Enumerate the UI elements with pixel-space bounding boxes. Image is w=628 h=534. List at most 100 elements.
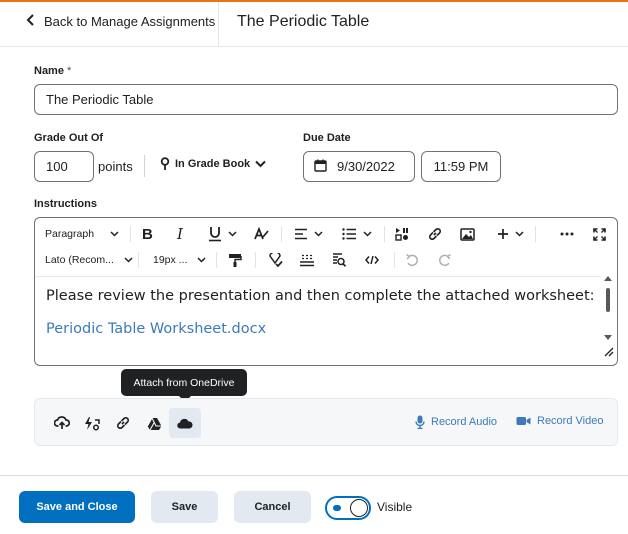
align-left-icon — [295, 228, 307, 240]
underline-button[interactable] — [208, 221, 237, 247]
toolbar-separator — [138, 252, 139, 268]
preview-icon — [333, 253, 346, 267]
word-count-button[interactable] — [299, 247, 315, 273]
record-audio-button[interactable]: Record Audio — [415, 415, 497, 429]
upload-file-button[interactable] — [51, 412, 73, 434]
chevron-left-icon — [26, 14, 35, 29]
toolbar-separator — [384, 226, 385, 242]
ellipsis-icon — [560, 232, 574, 236]
underline-icon — [209, 227, 221, 242]
back-to-assignments-link[interactable]: Back to Manage Assignments — [26, 14, 215, 29]
scroll-down-arrow-icon — [604, 335, 612, 340]
editor-content-area[interactable]: Please review the presentation and then … — [35, 276, 601, 364]
accessibility-check-icon — [269, 252, 283, 267]
toolbar-separator — [535, 226, 536, 242]
more-actions-button[interactable] — [560, 221, 574, 247]
name-label-text: Name — [34, 65, 64, 77]
font-family-label: Lato (Recom... — [45, 254, 114, 266]
cancel-button[interactable]: Cancel — [234, 491, 311, 523]
due-date-label: Due Date — [303, 132, 351, 144]
resize-grip[interactable] — [604, 344, 614, 362]
fullscreen-button[interactable] — [593, 221, 606, 247]
attach-google-drive-button[interactable] — [143, 412, 165, 434]
resize-handle-icon — [604, 347, 614, 357]
header-divider — [218, 2, 219, 47]
preview-button[interactable] — [332, 247, 346, 273]
toggle-eye-indicator — [333, 505, 341, 511]
attachment-toolbar: Record Audio Record Video — [34, 398, 618, 446]
grade-book-label: In Grade Book — [175, 158, 251, 170]
redo-icon — [439, 253, 451, 267]
onedrive-tooltip: Attach from OneDrive — [121, 369, 247, 396]
source-code-button[interactable] — [365, 247, 379, 273]
toggle-knob — [350, 499, 368, 517]
record-video-button[interactable]: Record Video — [516, 415, 603, 427]
calendar-icon — [314, 159, 327, 175]
paint-roller-icon — [229, 254, 242, 267]
toolbar-separator — [130, 226, 131, 242]
name-input-value: The Periodic Table — [46, 92, 154, 107]
name-label: Name * — [34, 65, 71, 77]
code-icon — [365, 255, 379, 265]
chevron-down-icon — [228, 231, 237, 237]
page-title: The Periodic Table — [237, 13, 370, 30]
link-icon — [117, 417, 129, 429]
chevron-down-icon — [197, 257, 206, 263]
accessibility-checker-button[interactable] — [268, 247, 283, 273]
attach-web-link-button[interactable] — [112, 412, 134, 434]
scroll-thumb[interactable] — [606, 288, 610, 312]
undo-button[interactable] — [405, 247, 419, 273]
font-size-dropdown[interactable]: 19px ... — [153, 247, 206, 273]
chevron-down-icon — [124, 257, 133, 263]
visibility-toggle[interactable] — [325, 496, 371, 520]
video-camera-icon — [516, 417, 531, 425]
save-button[interactable]: Save — [151, 491, 218, 523]
list-dropdown[interactable] — [342, 221, 372, 247]
bold-button[interactable]: B — [142, 221, 153, 247]
visible-label: Visible — [377, 500, 413, 514]
due-date-input[interactable]: 9/30/2022 — [303, 151, 415, 182]
italic-button[interactable]: I — [177, 221, 183, 247]
grade-out-of-input[interactable]: 100 — [34, 151, 94, 182]
expand-icon — [593, 227, 606, 241]
grade-label: Grade Out Of — [34, 132, 104, 144]
instructions-label: Instructions — [34, 198, 97, 210]
microphone-icon — [415, 415, 425, 429]
attach-onedrive-button[interactable] — [169, 408, 201, 438]
chevron-down-icon — [314, 231, 323, 237]
font-size-label: 19px ... — [153, 254, 188, 266]
chevron-down-icon — [255, 160, 266, 168]
insert-link-button[interactable] — [428, 221, 442, 247]
worksheet-link[interactable]: Periodic Table Worksheet.docx — [46, 321, 266, 337]
redo-button[interactable] — [438, 247, 452, 273]
grade-input-value: 100 — [46, 159, 68, 174]
cloud-upload-icon — [54, 416, 70, 429]
text-color-icon — [254, 226, 269, 239]
font-family-dropdown[interactable]: Lato (Recom... — [45, 247, 133, 273]
name-input[interactable]: The Periodic Table — [34, 84, 618, 115]
editor-toolbar-row-2: Lato (Recom... 19px ... — [35, 247, 617, 273]
record-video-label: Record Video — [537, 415, 604, 427]
insert-image-button[interactable] — [460, 221, 475, 247]
insert-stuff-icon — [395, 228, 408, 241]
save-and-close-button[interactable]: Save and Close — [19, 491, 135, 523]
paragraph-format-dropdown[interactable]: Paragraph — [45, 221, 119, 247]
grade-book-dropdown[interactable]: In Grade Book — [160, 157, 266, 171]
link-icon — [429, 228, 441, 240]
back-link-label: Back to Manage Assignments — [44, 14, 216, 29]
record-audio-label: Record Audio — [431, 416, 498, 428]
add-quicklink-button[interactable] — [81, 412, 103, 434]
format-painter-button[interactable] — [228, 247, 242, 273]
instructions-text: Please review the presentation and then … — [46, 288, 595, 304]
toolbar-separator — [281, 226, 282, 242]
scroll-up-arrow-icon — [604, 276, 612, 281]
google-drive-icon — [146, 417, 161, 430]
page-header: Back to Manage Assignments The Periodic … — [0, 2, 628, 47]
toolbar-separator — [394, 252, 395, 268]
alignment-dropdown[interactable] — [294, 221, 323, 247]
insert-stuff-button[interactable] — [395, 221, 409, 247]
text-color-button[interactable] — [253, 221, 269, 247]
due-time-input[interactable]: 11:59 PM — [421, 151, 501, 182]
editor-scrollbar[interactable] — [600, 276, 616, 340]
insert-more-dropdown[interactable] — [497, 221, 524, 247]
